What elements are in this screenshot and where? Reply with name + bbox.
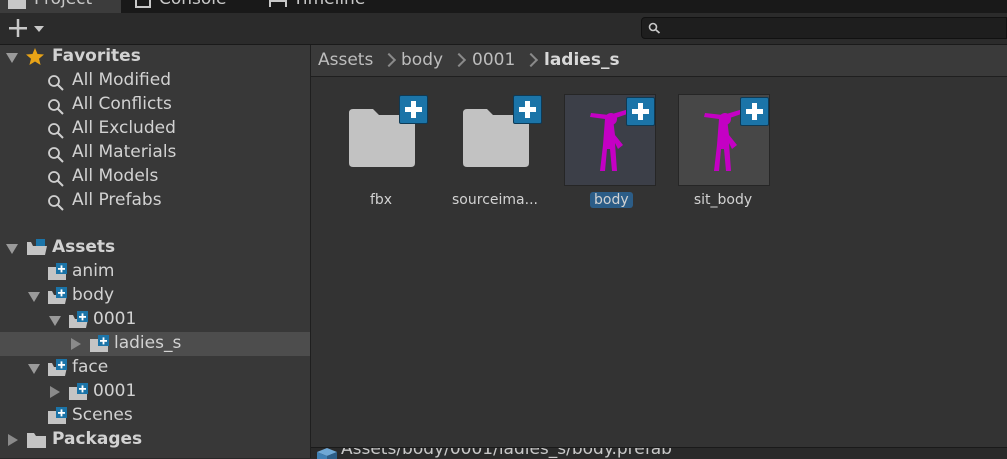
asset-item-sit-body[interactable]: sit_body (678, 94, 778, 214)
favorite-item-label: All Excluded (72, 118, 176, 138)
asset-item-fbx[interactable]: fbx (341, 95, 441, 215)
assets-label: Assets (52, 237, 116, 257)
search-icon (48, 123, 64, 139)
favorite-item-label: All Conflicts (72, 94, 172, 114)
console-icon (135, 0, 151, 8)
expand-down-icon[interactable] (6, 244, 18, 254)
favorite-item[interactable]: All Modified (0, 69, 310, 93)
expand-right-icon[interactable] (50, 386, 60, 398)
folder-icon (90, 335, 109, 352)
window-tab-bar: Project Console Timeline (0, 0, 1007, 13)
add-badge-icon (740, 97, 769, 126)
tree-item-anim[interactable]: anim (0, 260, 310, 284)
packages-header[interactable]: Packages (0, 428, 310, 452)
tab-label: Project (34, 0, 92, 9)
tree-item-label: body (72, 285, 115, 305)
tree-item-face-0001[interactable]: 0001 (0, 380, 310, 404)
expand-down-icon[interactable] (49, 316, 61, 326)
expand-down-icon[interactable] (6, 53, 18, 63)
folder-open-icon (48, 287, 67, 304)
asset-item-body[interactable]: body (564, 94, 664, 214)
breadcrumb-item[interactable]: 0001 (472, 50, 515, 70)
assets-header[interactable]: Assets (0, 236, 310, 260)
tab-project[interactable]: Project (0, 0, 121, 13)
tree-item-label: Scenes (72, 405, 133, 425)
tree-item-label: ladies_s (114, 333, 182, 353)
tab-label: Timeline (293, 0, 365, 9)
folder-icon (8, 0, 26, 9)
star-icon (26, 48, 44, 65)
expand-right-icon[interactable] (71, 338, 81, 350)
status-bar: Assets/body/0001/ladies_s/body.prefab (311, 447, 1007, 459)
asset-name: fbx (369, 192, 393, 208)
favorite-item[interactable]: All Conflicts (0, 93, 310, 117)
selected-asset-path: Assets/body/0001/ladies_s/body.prefab (341, 447, 672, 459)
asset-name: sourceima... (452, 192, 538, 208)
timeline-icon (269, 0, 287, 7)
tab-console[interactable]: Console (121, 0, 251, 13)
search-icon (648, 22, 661, 34)
chevron-right-icon (451, 52, 467, 68)
tree-item-label: face (72, 357, 109, 377)
tree-item-label: 0001 (93, 381, 137, 401)
plus-icon (9, 19, 44, 37)
folder-open-icon (69, 311, 88, 328)
tree-item-ladies-s[interactable]: ladies_s (0, 332, 310, 356)
tree-item-scenes[interactable]: Scenes (0, 404, 310, 428)
favorites-header[interactable]: Favorites (0, 45, 310, 69)
prefab-icon (317, 448, 337, 459)
folder-icon (27, 433, 46, 448)
breadcrumb-current[interactable]: ladies_s (544, 50, 620, 70)
favorite-item-label: All Models (72, 166, 159, 186)
breadcrumb: Assets body 0001 ladies_s (311, 45, 1007, 77)
tab-label: Console (159, 0, 227, 9)
search-icon (48, 99, 64, 115)
search-icon (48, 75, 64, 91)
search-icon (48, 171, 64, 187)
breadcrumb-item[interactable]: body (401, 50, 443, 70)
folder-icon (48, 263, 67, 280)
folder-icon (69, 383, 88, 400)
folder-open-icon (48, 359, 67, 376)
folder-icon (48, 407, 67, 424)
chevron-right-icon (381, 52, 397, 68)
search-icon (48, 147, 64, 163)
favorite-item-label: All Modified (72, 70, 172, 90)
add-badge-icon (513, 95, 542, 124)
breadcrumb-item[interactable]: Assets (318, 50, 373, 70)
tree-item-0001[interactable]: 0001 (0, 308, 310, 332)
tree-item-label: anim (72, 261, 115, 281)
tree-item-body[interactable]: body (0, 284, 310, 308)
favorite-item-label: All Prefabs (72, 190, 162, 210)
expand-down-icon[interactable] (28, 292, 40, 302)
expand-right-icon[interactable] (8, 434, 18, 446)
favorites-label: Favorites (52, 46, 141, 66)
search-icon (48, 195, 64, 211)
add-badge-icon (626, 97, 655, 126)
folder-open-icon (27, 239, 47, 255)
asset-item-sourceimages[interactable]: sourceima... (452, 95, 555, 215)
favorite-item-label: All Materials (72, 142, 177, 162)
favorite-item[interactable]: All Models (0, 165, 310, 189)
project-toolbar (0, 13, 1007, 45)
favorite-item[interactable]: All Materials (0, 141, 310, 165)
tree-item-face[interactable]: face (0, 356, 310, 380)
chevron-right-icon (523, 52, 539, 68)
tree-item-label: 0001 (93, 309, 137, 329)
expand-down-icon[interactable] (28, 364, 40, 374)
add-badge-icon (399, 95, 428, 124)
packages-label: Packages (52, 429, 143, 449)
search-input[interactable] (641, 17, 1007, 39)
asset-name-selected: body (590, 192, 633, 208)
asset-name: sit_body (693, 192, 753, 208)
create-button[interactable] (6, 15, 46, 41)
favorite-item[interactable]: All Prefabs (0, 189, 310, 213)
favorite-item[interactable]: All Excluded (0, 117, 310, 141)
asset-grid: fbx sourceima... body sit_body (311, 77, 1007, 447)
project-sidebar: Favorites All Modified All Conflicts All… (0, 45, 311, 458)
tab-timeline[interactable]: Timeline (251, 0, 401, 13)
